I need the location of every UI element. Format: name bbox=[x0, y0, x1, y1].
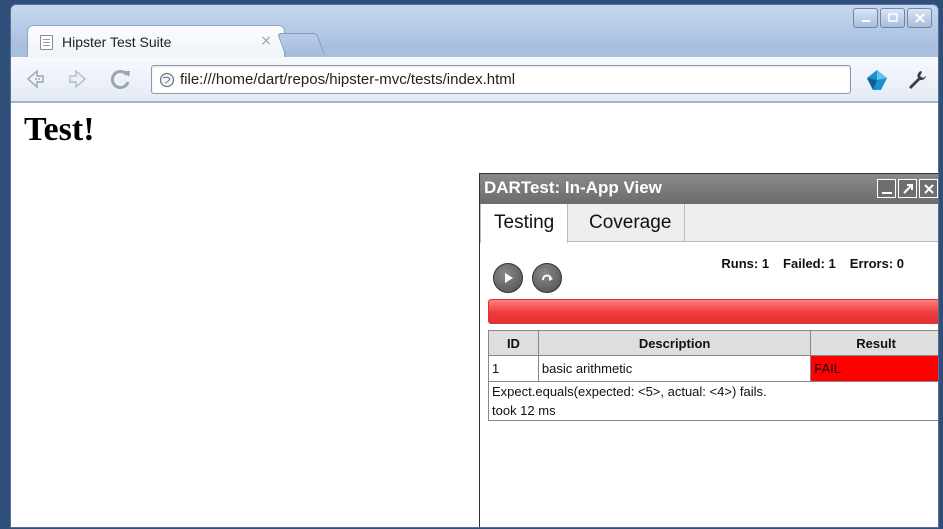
browser-window: Hipster Test Suite × file:///home/dart/r… bbox=[10, 4, 939, 528]
row-description: basic arithmetic bbox=[537, 355, 812, 382]
page-icon bbox=[40, 35, 53, 50]
results-table: ID Description Result 1 basic arithmetic… bbox=[488, 330, 938, 421]
column-header-description: Description bbox=[537, 330, 812, 356]
forward-icon[interactable] bbox=[66, 67, 90, 91]
errors-count: Errors: 0 bbox=[849, 256, 904, 271]
tab-title: Hipster Test Suite bbox=[62, 34, 172, 50]
dartest-window-controls bbox=[877, 179, 938, 198]
test-stats: Runs: 1 Failed: 1 Errors: 0 bbox=[721, 256, 904, 271]
tab-coverage[interactable]: Coverage bbox=[576, 204, 686, 242]
page-content: Test! DARTest: In-App View Testing Cover… bbox=[11, 103, 938, 527]
address-bar[interactable]: file:///home/dart/repos/hipster-mvc/test… bbox=[151, 65, 851, 94]
row-result: FAIL bbox=[810, 355, 938, 382]
play-icon bbox=[505, 273, 513, 283]
url-text: file:///home/dart/repos/hipster-mvc/test… bbox=[180, 71, 516, 88]
close-icon[interactable] bbox=[907, 8, 932, 28]
test-message: Expect.equals(expected: <5>, actual: <4>… bbox=[488, 381, 938, 421]
dartest-panel: DARTest: In-App View Testing Coverage Ru… bbox=[479, 173, 938, 527]
dartest-title: DARTest: In-App View bbox=[484, 178, 662, 197]
step-icon bbox=[542, 274, 553, 281]
column-header-result: Result bbox=[810, 330, 938, 356]
table-row[interactable]: 1 basic arithmetic FAIL bbox=[488, 355, 938, 382]
duration-text: took 12 ms bbox=[492, 403, 556, 418]
maximize-icon[interactable] bbox=[880, 8, 905, 28]
tab-testing[interactable]: Testing bbox=[480, 204, 569, 243]
tab-close-button[interactable]: × bbox=[260, 33, 272, 49]
reload-icon[interactable] bbox=[109, 67, 133, 91]
column-header-id: ID bbox=[488, 330, 539, 356]
dartest-titlebar[interactable]: DARTest: In-App View bbox=[480, 174, 938, 204]
failed-count: Failed: 1 bbox=[783, 256, 836, 271]
new-tab-button[interactable] bbox=[276, 33, 326, 55]
window-controls bbox=[853, 8, 932, 28]
tab-strip: Hipster Test Suite × bbox=[11, 5, 938, 57]
step-button[interactable] bbox=[532, 263, 562, 293]
test-progress-bar bbox=[488, 299, 938, 324]
browser-tab[interactable]: Hipster Test Suite × bbox=[27, 25, 285, 57]
table-header-row: ID Description Result bbox=[488, 330, 938, 356]
extension-icon[interactable] bbox=[866, 69, 888, 91]
close-icon[interactable] bbox=[919, 179, 938, 198]
row-id: 1 bbox=[488, 355, 539, 382]
back-icon[interactable] bbox=[23, 67, 47, 91]
failure-message: Expect.equals(expected: <5>, actual: <4>… bbox=[492, 384, 767, 399]
minimize-icon[interactable] bbox=[877, 179, 896, 198]
test-message-row: Expect.equals(expected: <5>, actual: <4>… bbox=[488, 381, 938, 421]
browser-toolbar: file:///home/dart/repos/hipster-mvc/test… bbox=[11, 57, 938, 102]
page-heading: Test! bbox=[24, 111, 95, 148]
minimize-icon[interactable] bbox=[853, 8, 878, 28]
dartest-tabs: Testing Coverage bbox=[480, 204, 938, 243]
run-button[interactable] bbox=[493, 263, 523, 293]
globe-icon bbox=[159, 72, 175, 88]
wrench-icon[interactable] bbox=[906, 69, 928, 91]
runs-count: Runs: 1 bbox=[721, 256, 770, 271]
popout-icon[interactable] bbox=[898, 179, 917, 198]
